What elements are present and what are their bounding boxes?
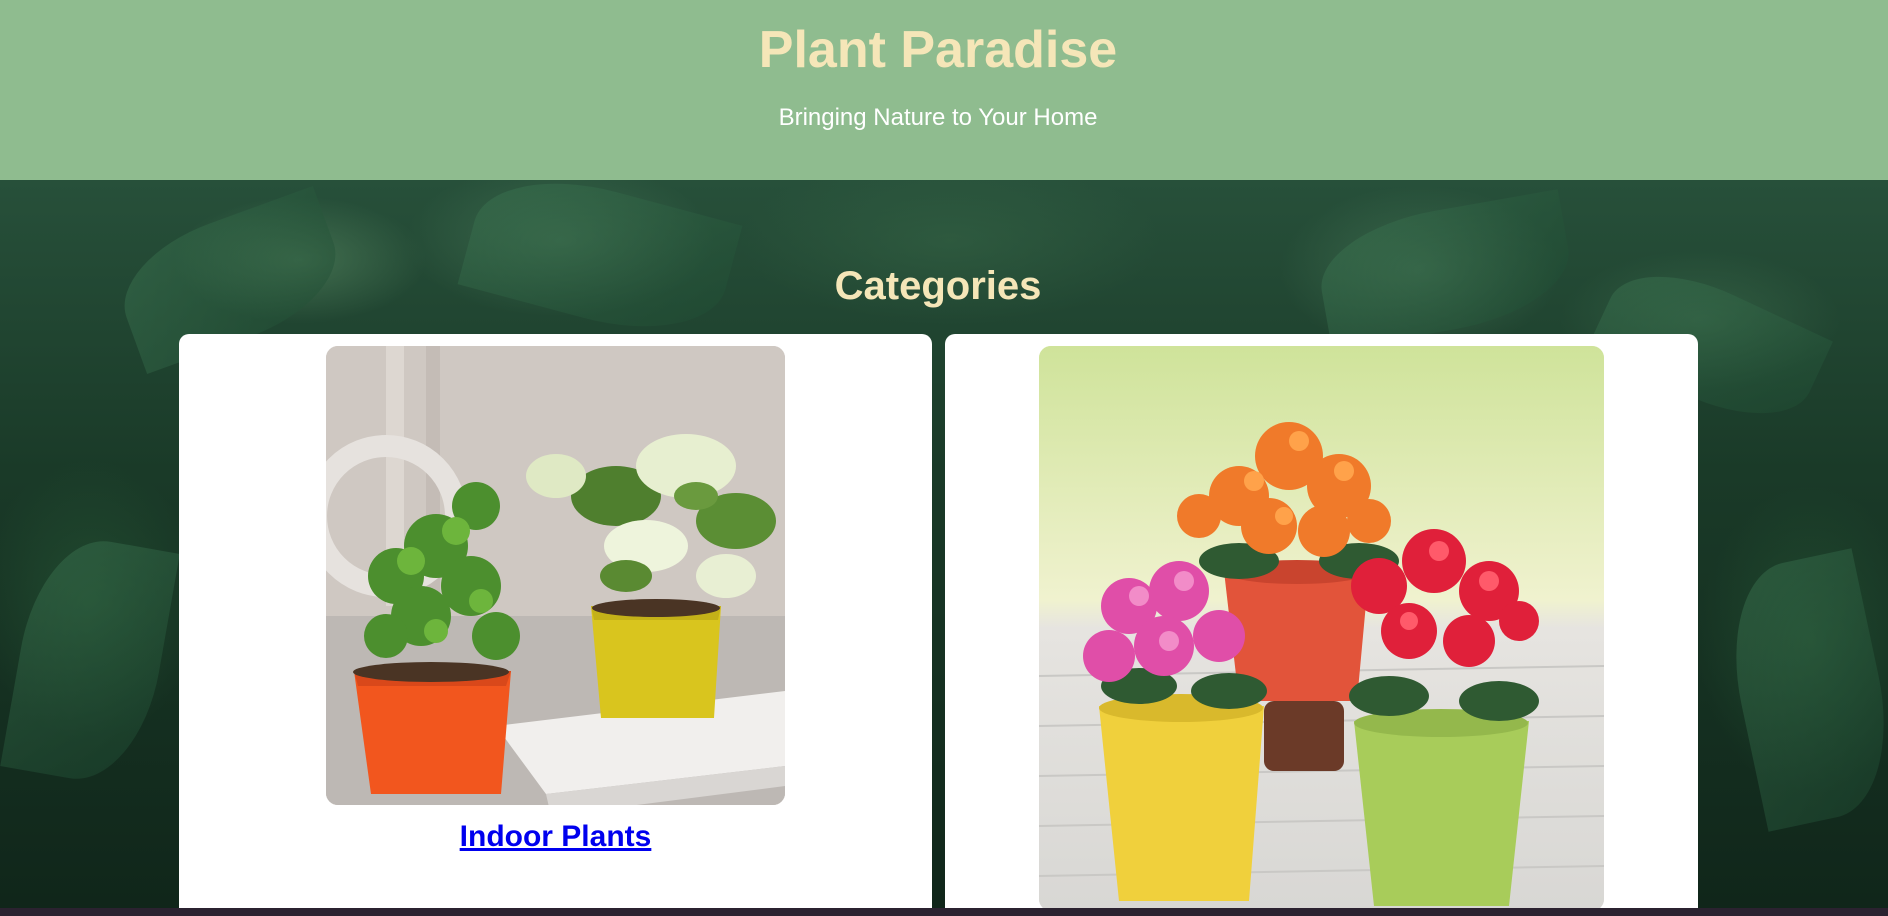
categories-heading: Categories [834,264,1042,308]
category-card-flowering-plants [945,334,1698,916]
leaf-decoration [0,529,180,791]
site-subtitle: Bringing Nature to Your Home [778,104,1098,131]
indoor-plants-image [326,346,785,805]
indoor-plants-link[interactable]: Indoor Plants [179,820,932,854]
flowering-plants-image [1039,346,1604,911]
leaf-decoration [1714,548,1888,832]
site-title: Plant Paradise [758,21,1118,79]
category-card-indoor-plants: Indoor Plants [179,334,932,916]
os-taskbar [0,908,1888,916]
site-header: Plant Paradise Bringing Nature to Your H… [0,0,1888,180]
